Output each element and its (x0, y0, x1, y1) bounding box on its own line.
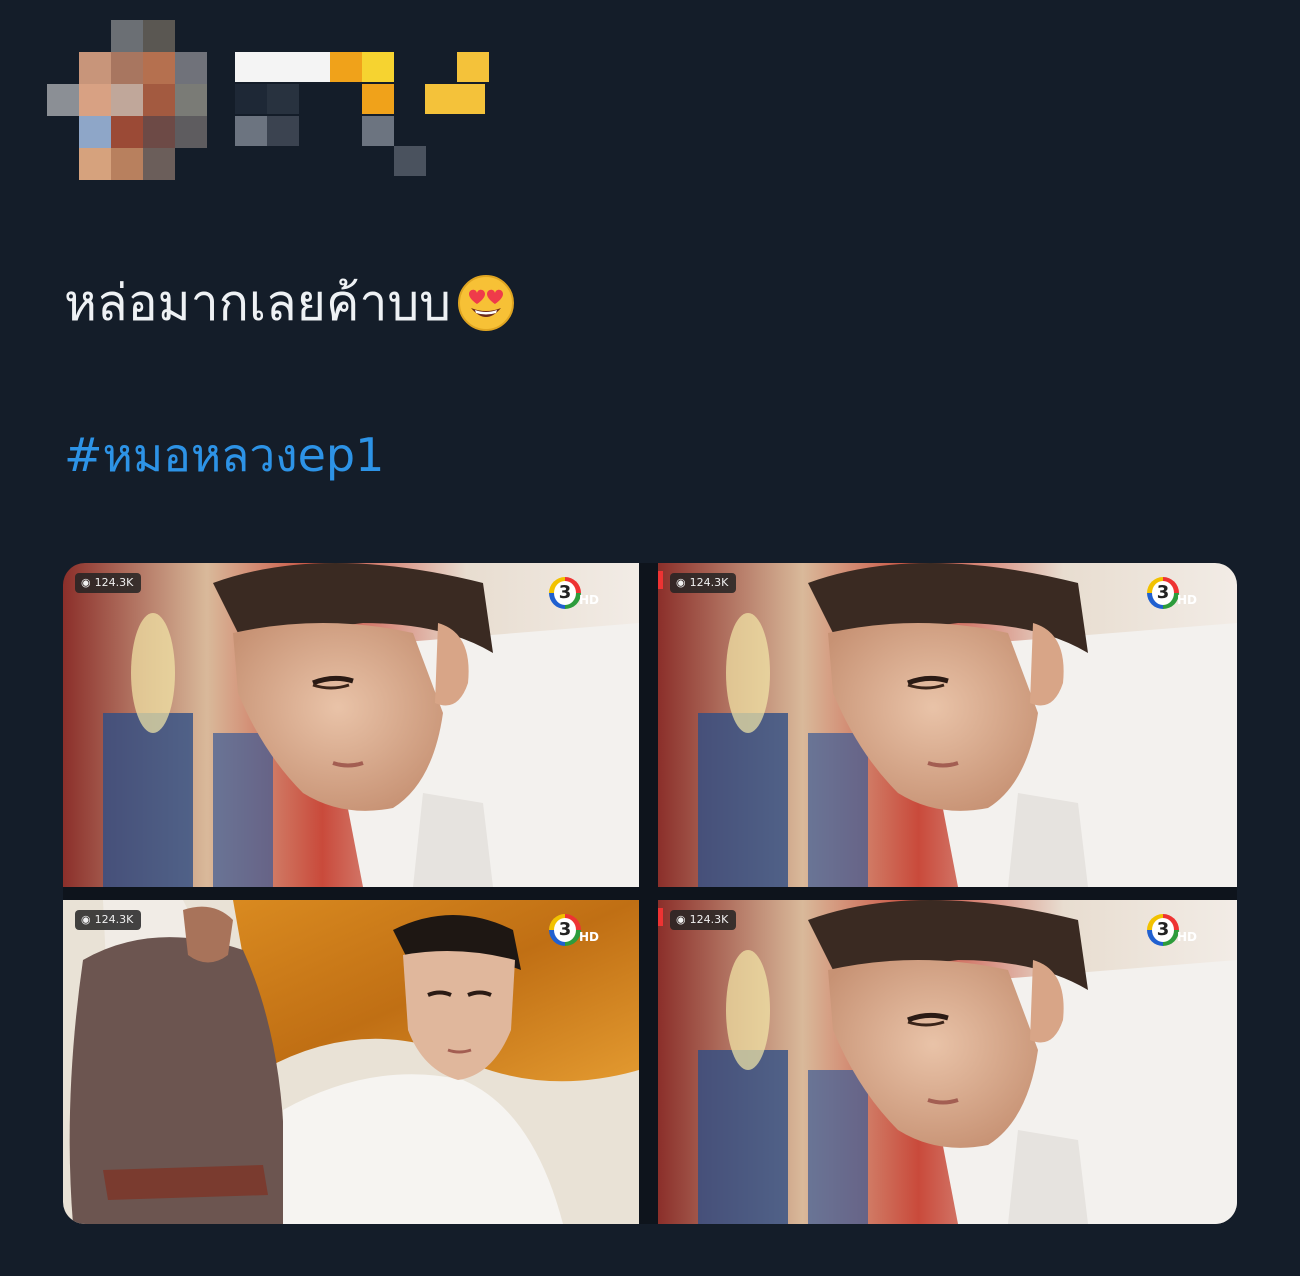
channel-suffix: HD (579, 930, 600, 944)
hashtag-link[interactable]: #หมอหลวงep1 (64, 425, 384, 485)
heart-eyes-emoji-icon (457, 274, 515, 332)
eye-icon: ◉ (81, 913, 91, 926)
channel-number: 3 (554, 918, 576, 942)
display-name-redacted[interactable] (235, 52, 495, 182)
channel-suffix: HD (1177, 593, 1198, 607)
view-count: 124.3K (689, 576, 729, 589)
tweet-text-content: หล่อมากเลยค้าบบ (64, 274, 451, 332)
avatar[interactable] (47, 20, 207, 180)
live-indicator (658, 908, 663, 926)
view-count-badge: ◉ 124.3K (75, 573, 142, 593)
eye-icon: ◉ (81, 576, 91, 589)
channel-number: 3 (1152, 918, 1174, 942)
channel-suffix: HD (1177, 930, 1198, 944)
media-grid: ◉ 124.3K 3 HD ◉ 124.3K 3 HD ◉ 124.3K 3 H… (63, 563, 1237, 1224)
eye-icon: ◉ (676, 913, 686, 926)
media-image-1[interactable]: ◉ 124.3K 3 HD (63, 563, 639, 887)
channel-3-hd-logo: 3 HD (549, 914, 609, 954)
view-count-badge: ◉ 124.3K (670, 910, 737, 930)
media-image-4[interactable]: ◉ 124.3K 3 HD (658, 900, 1237, 1224)
channel-3-hd-logo: 3 HD (1147, 914, 1207, 954)
channel-3-hd-logo: 3 HD (1147, 577, 1207, 617)
tweet-text: หล่อมากเลยค้าบบ (64, 272, 515, 334)
channel-number: 3 (554, 581, 576, 605)
channel-number: 3 (1152, 581, 1174, 605)
channel-suffix: HD (579, 593, 600, 607)
view-count: 124.3K (94, 913, 134, 926)
view-count: 124.3K (94, 576, 134, 589)
live-indicator (658, 571, 663, 589)
eye-icon: ◉ (676, 576, 686, 589)
view-count-badge: ◉ 124.3K (75, 910, 142, 930)
media-image-2[interactable]: ◉ 124.3K 3 HD (658, 563, 1237, 887)
channel-3-hd-logo: 3 HD (549, 577, 609, 617)
view-count: 124.3K (689, 913, 729, 926)
media-image-3[interactable]: ◉ 124.3K 3 HD (63, 900, 639, 1224)
view-count-badge: ◉ 124.3K (670, 573, 737, 593)
